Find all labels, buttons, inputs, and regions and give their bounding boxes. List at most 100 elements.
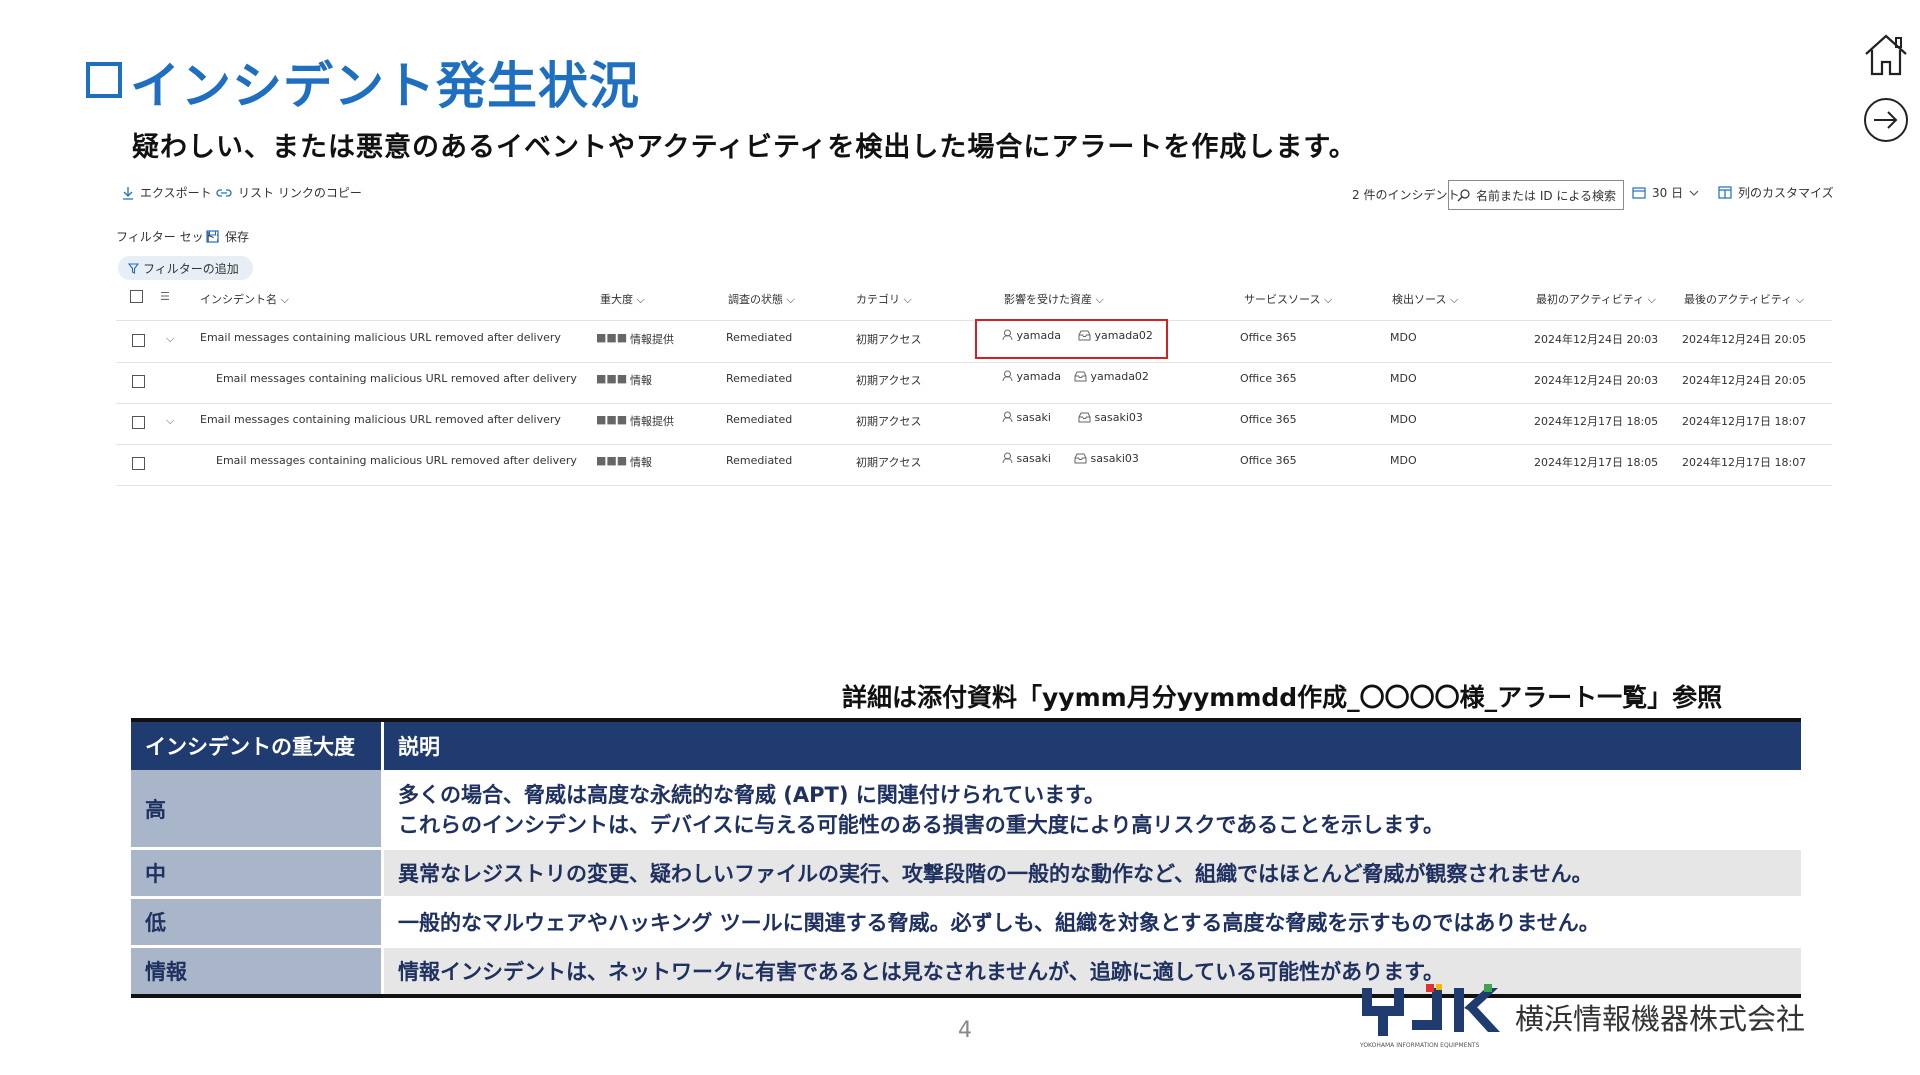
customize-label: 列のカスタマイズ bbox=[1738, 186, 1834, 200]
service-source: Office 365 bbox=[1240, 331, 1297, 344]
severity-header: インシデントの重大度 bbox=[131, 718, 383, 770]
column-incident-name[interactable]: インシデント名 ⌵ bbox=[200, 291, 289, 307]
severity-level: 低 bbox=[131, 897, 384, 948]
impacted-user[interactable]: yamada bbox=[1002, 370, 1061, 383]
severity-marks: ■■■ bbox=[596, 331, 628, 344]
first-activity: 2024年12月17日 18:05 bbox=[1534, 456, 1659, 469]
status: Remediated bbox=[726, 372, 793, 385]
last-activity: 2024年12月17日 18:07 bbox=[1682, 456, 1807, 469]
severity-row-medium: 中 異常なレジストリの変更、疑わしいファイルの実行、攻撃段階の一般的な動作など、… bbox=[131, 848, 1801, 899]
filter-set-label: フィルター セット: bbox=[116, 230, 220, 244]
link-icon bbox=[216, 188, 232, 197]
company-logo bbox=[1360, 984, 1510, 1042]
severity-marks: ■■■ bbox=[596, 454, 628, 467]
column-first-activity[interactable]: 最初のアクティビティ ⌵ bbox=[1536, 291, 1656, 307]
first-activity: 2024年12月24日 20:03 bbox=[1534, 333, 1659, 346]
grid-header: ☰ インシデント名 ⌵ 重大度 ⌵ 調査の状態 ⌵ カテゴリ ⌵ 影響を受けた資… bbox=[116, 286, 1832, 320]
severity-table: インシデントの重大度 説明 高 多くの場合、脅威は高度な永続的な脅威 (APT)… bbox=[131, 718, 1801, 998]
search-icon bbox=[1457, 188, 1470, 201]
severity-marks: ■■■ bbox=[596, 372, 628, 385]
detection-source: MDO bbox=[1390, 454, 1417, 467]
column-detection-source[interactable]: 検出ソース ⌵ bbox=[1392, 291, 1458, 307]
select-all-checkbox[interactable] bbox=[130, 290, 143, 303]
table-row[interactable]: ⌵ Email messages containing malicious UR… bbox=[116, 403, 1832, 445]
date-range-label: 30 日 bbox=[1652, 186, 1684, 200]
row-checkbox[interactable] bbox=[132, 375, 145, 388]
impacted-assets-highlight bbox=[975, 319, 1168, 359]
columns-icon bbox=[1718, 186, 1732, 199]
category: 初期アクセス bbox=[856, 456, 922, 469]
severity-row-high: 高 多くの場合、脅威は高度な永続的な脅威 (APT) に関連付けられています。 … bbox=[131, 770, 1801, 850]
incident-count: 2 件のインシデント bbox=[1352, 188, 1460, 202]
impacted-user[interactable]: sasaki bbox=[1002, 452, 1051, 465]
logo-subtext: YOKOHAMA INFORMATION EQUIPMENTS bbox=[1360, 1042, 1480, 1049]
impacted-mailbox[interactable]: sasaki03 bbox=[1078, 411, 1143, 424]
page-number: 4 bbox=[958, 1018, 972, 1043]
chevron-down-icon bbox=[1689, 190, 1699, 196]
row-checkbox[interactable] bbox=[132, 334, 145, 347]
severity-row-info: 情報 情報インシデントは、ネットワークに有害であるとは見なされませんが、追跡に適… bbox=[131, 946, 1801, 998]
severity-description: 一般的なマルウェアやハッキング ツールに関連する脅威。必ずしも、組織を対象とする… bbox=[382, 897, 1801, 948]
last-activity: 2024年12月24日 20:05 bbox=[1682, 374, 1807, 387]
export-button[interactable]: エクスポート bbox=[122, 184, 212, 201]
service-source: Office 365 bbox=[1240, 413, 1297, 426]
customize-columns-button[interactable]: 列のカスタマイズ bbox=[1718, 184, 1834, 201]
status: Remediated bbox=[726, 413, 793, 426]
table-row[interactable]: Email messages containing malicious URL … bbox=[116, 362, 1832, 404]
severity-level: 情報 bbox=[131, 946, 384, 998]
incident-name[interactable]: Email messages containing malicious URL … bbox=[216, 372, 577, 385]
status: Remediated bbox=[726, 331, 793, 344]
column-category[interactable]: カテゴリ ⌵ bbox=[856, 291, 912, 307]
table-row[interactable]: Email messages containing malicious URL … bbox=[116, 444, 1832, 486]
table-row[interactable]: ⌵ Email messages containing malicious UR… bbox=[116, 321, 1832, 363]
export-label: エクスポート bbox=[140, 186, 212, 200]
incident-name[interactable]: Email messages containing malicious URL … bbox=[200, 413, 561, 426]
last-activity: 2024年12月24日 20:05 bbox=[1682, 333, 1807, 346]
save-icon bbox=[206, 230, 219, 243]
user-icon bbox=[1002, 411, 1013, 423]
expand-chevron-icon[interactable]: ⌵ bbox=[166, 414, 174, 428]
list-icon: ☰ bbox=[160, 290, 170, 303]
incident-name[interactable]: Email messages containing malicious URL … bbox=[200, 331, 561, 344]
impacted-user[interactable]: sasaki bbox=[1002, 411, 1051, 424]
row-checkbox[interactable] bbox=[132, 457, 145, 470]
column-impacted-assets[interactable]: 影響を受けた資産 ⌵ bbox=[1004, 291, 1104, 307]
severity: 情報 bbox=[630, 456, 652, 469]
severity-level: 高 bbox=[131, 770, 384, 850]
impacted-mailbox[interactable]: yamada02 bbox=[1074, 370, 1149, 383]
severity-description: 情報インシデントは、ネットワークに有害であるとは見なされませんが、追跡に適してい… bbox=[382, 946, 1801, 998]
copy-list-link-button[interactable]: リスト リンクのコピー bbox=[216, 184, 362, 201]
search-input[interactable]: 名前または ID による検索 bbox=[1448, 180, 1624, 210]
impacted-mailbox[interactable]: sasaki03 bbox=[1074, 452, 1139, 465]
column-service-source[interactable]: サービスソース ⌵ bbox=[1244, 291, 1332, 307]
expand-chevron-icon[interactable]: ⌵ bbox=[166, 332, 174, 346]
detection-source: MDO bbox=[1390, 372, 1417, 385]
save-filter-button[interactable]: 保存 bbox=[206, 228, 249, 245]
row-checkbox[interactable] bbox=[132, 416, 145, 429]
company-name: 横浜情報機器株式会社 bbox=[1515, 1002, 1806, 1036]
status: Remediated bbox=[726, 454, 793, 467]
severity-description: 異常なレジストリの変更、疑わしいファイルの実行、攻撃段階の一般的な動作など、組織… bbox=[382, 848, 1801, 899]
category: 初期アクセス bbox=[856, 415, 922, 428]
add-filter-label: フィルターの追加 bbox=[143, 261, 239, 276]
arrow-right-circle-icon[interactable] bbox=[1862, 96, 1914, 148]
mailbox-icon bbox=[1074, 453, 1087, 464]
column-investigation-status[interactable]: 調査の状態 ⌵ bbox=[728, 291, 795, 307]
last-activity: 2024年12月17日 18:07 bbox=[1682, 415, 1807, 428]
severity: 情報 bbox=[630, 374, 652, 387]
first-activity: 2024年12月17日 18:05 bbox=[1534, 415, 1659, 428]
calendar-icon bbox=[1632, 187, 1646, 199]
column-severity[interactable]: 重大度 ⌵ bbox=[600, 291, 645, 307]
download-icon bbox=[123, 186, 133, 200]
reference-note: 詳細は添付資料「yymm月分yymmdd作成_〇〇〇〇様_アラート一覧」参照 bbox=[842, 683, 1723, 712]
date-range-dropdown[interactable]: 30 日 bbox=[1632, 184, 1699, 201]
column-last-activity[interactable]: 最後のアクティビティ ⌵ bbox=[1684, 291, 1804, 307]
category: 初期アクセス bbox=[856, 333, 922, 346]
user-icon bbox=[1002, 452, 1013, 464]
service-source: Office 365 bbox=[1240, 454, 1297, 467]
incident-name[interactable]: Email messages containing malicious URL … bbox=[216, 454, 577, 467]
severity: 情報提供 bbox=[630, 333, 674, 346]
filter-icon bbox=[128, 262, 139, 274]
add-filter-button[interactable]: フィルターの追加 bbox=[118, 256, 253, 280]
home-icon[interactable] bbox=[1860, 28, 1912, 80]
